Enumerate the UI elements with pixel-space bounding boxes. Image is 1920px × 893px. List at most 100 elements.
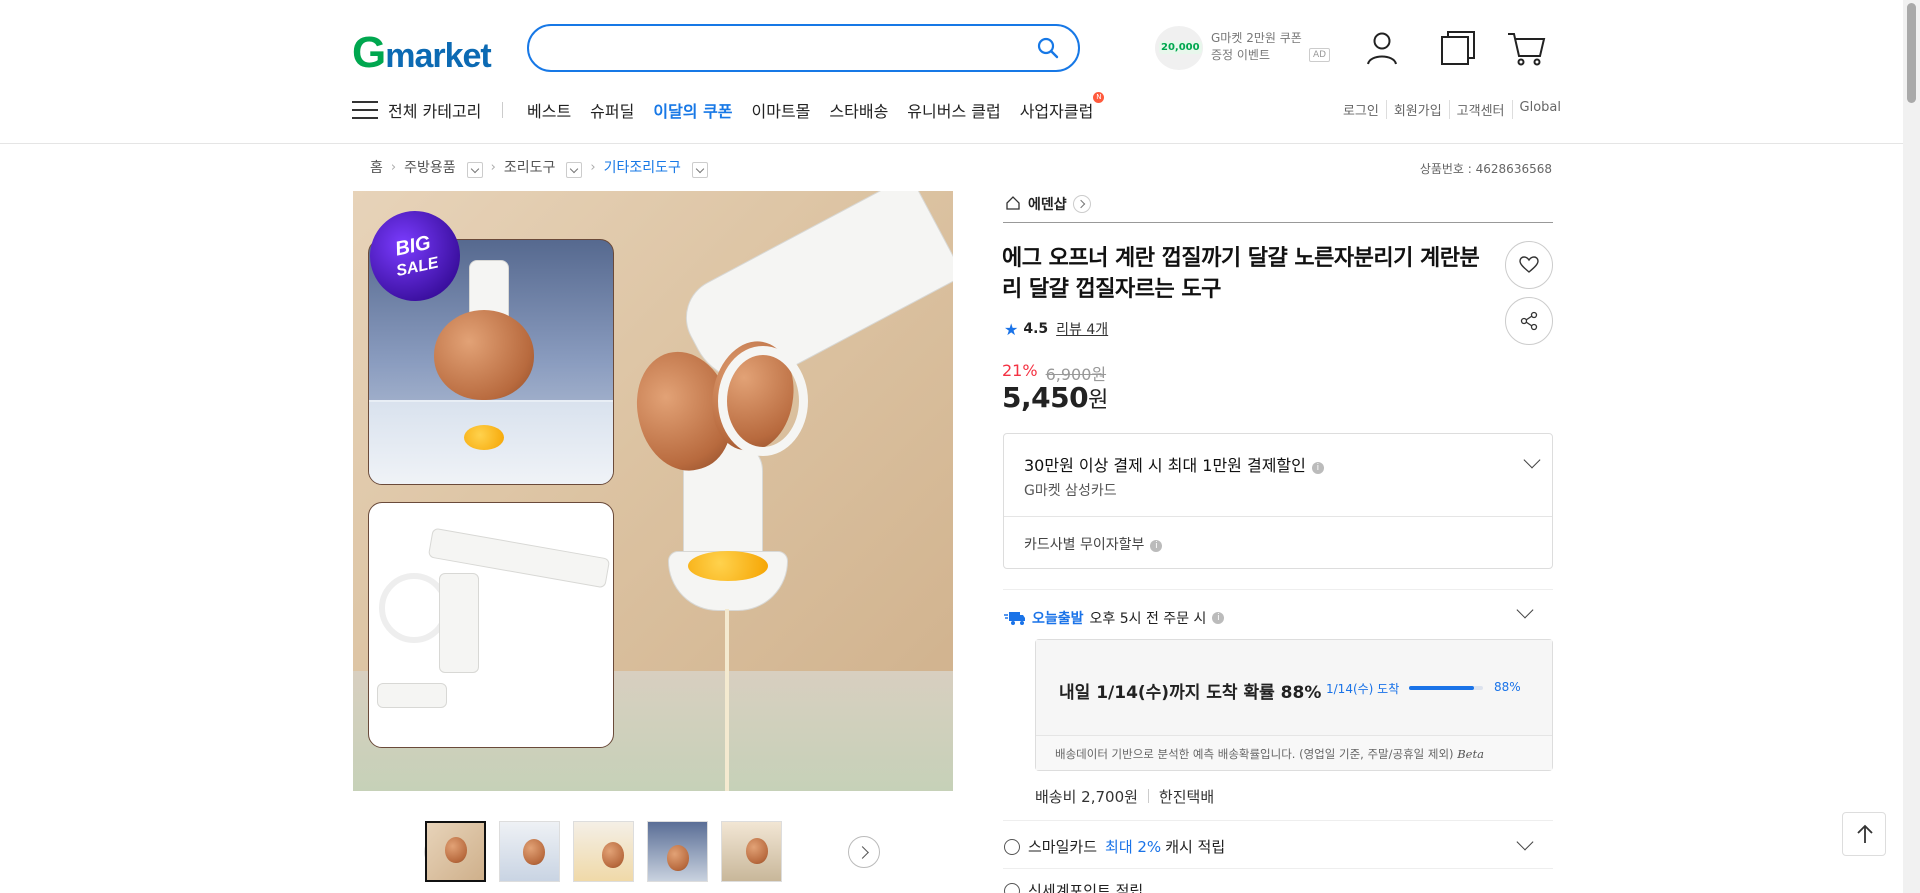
search-icon[interactable] [1036, 36, 1060, 60]
thumbnail-strip [425, 821, 782, 882]
smile-icon [1004, 838, 1020, 855]
nav-link[interactable]: 이달의 쿠폰 [653, 98, 732, 122]
nav-links: 베스트 슈퍼딜 이달의 쿠폰 이마트몰 스타배송 유니버스 클럽 사업자클럽 [527, 92, 1104, 122]
divider [1003, 868, 1553, 869]
rating-score: 4.5 [1023, 321, 1049, 337]
main-product-image[interactable]: BIG SALE [353, 191, 953, 791]
shinsegae-label: 신세계포인트 적립 [1028, 882, 1144, 893]
user-icon[interactable] [1362, 28, 1402, 68]
breadcrumb-dropdown-icon[interactable] [466, 162, 483, 178]
nav-link[interactable]: 유니버스 클럽 [907, 98, 1000, 122]
utility-link[interactable]: Global [1511, 100, 1568, 119]
thumbnail-image[interactable] [647, 821, 708, 882]
heart-icon [1519, 256, 1539, 273]
divider [1004, 516, 1552, 517]
scrollbar-thumb[interactable] [1907, 3, 1916, 103]
menu-icon [352, 100, 378, 120]
recent-items-icon[interactable] [1438, 28, 1478, 68]
breadcrumb: 홈 › 주방용품 › 조리도구 › 기타조리도구 [370, 157, 708, 178]
info-icon[interactable]: i [1150, 540, 1163, 552]
nav-link[interactable]: 사업자클럽 [1020, 92, 1104, 122]
smile-card-rate: 최대 2% [1105, 838, 1162, 856]
thumbnail-image[interactable] [425, 821, 486, 882]
breadcrumb-item[interactable]: 기타조리도구 [604, 157, 681, 177]
utility-link[interactable]: 로그인 [1336, 100, 1386, 119]
today-shipping-row: 오늘출발 오후 5시 전 주문 시 i [1004, 608, 1225, 628]
shop-name: 에덴샵 [1028, 197, 1067, 213]
point-icon [1004, 882, 1020, 893]
utility-link[interactable]: 고객센터 [1448, 100, 1512, 119]
delivery-probability-box: 내일 1/14(수)까지 도착 확률 88% 1/14(수) 도착 88% 배송… [1035, 639, 1553, 771]
thumbnail-image[interactable] [573, 821, 634, 882]
breadcrumb-item[interactable]: 조리도구 [504, 157, 556, 177]
yolk-image [688, 551, 768, 581]
inset-device-cup [377, 683, 447, 708]
breadcrumb-dropdown-icon[interactable] [691, 162, 708, 178]
egg-white-drip [725, 609, 729, 791]
wishlist-button[interactable] [1505, 241, 1553, 289]
nav-link[interactable]: 스타배송 [829, 98, 888, 122]
site-header: Gmarket 20,000 G마켓 2만원 쿠폰 증정 이벤트 AD 전체 카테… [0, 0, 1920, 144]
egg-image [434, 310, 534, 400]
nav-link[interactable]: 이마트몰 [752, 98, 811, 122]
probability-note: 배송데이터 기반으로 분석한 예측 배송확률입니다. (영업일 기준, 주말/공… [1036, 735, 1552, 770]
thumbnail-image[interactable] [721, 821, 782, 882]
probability-bar-fill [1409, 686, 1475, 690]
product-number: 상품번호 : 4628636568 [1419, 162, 1552, 176]
beta-label: Beta [1457, 747, 1484, 761]
chevron-down-icon[interactable] [1516, 601, 1534, 619]
product-title: 에그 오프너 계란 껍질까기 달걀 노른자분리기 계란분리 달걀 껍질자르는 도… [1002, 246, 1480, 302]
installment-label: 카드사별 무이자할부 [1024, 537, 1145, 553]
egg-image [602, 842, 624, 868]
breadcrumb-dropdown-icon[interactable] [566, 162, 583, 178]
nav-link[interactable]: 슈퍼딜 [590, 98, 634, 122]
chevron-down-icon[interactable] [1516, 833, 1534, 851]
card-discount-box[interactable]: 30만원 이상 결제 시 최대 1만원 결제할인 i G마켓 삼성카드 카드사별 … [1003, 433, 1553, 569]
cart-icon[interactable] [1506, 28, 1546, 68]
info-icon[interactable]: i [1212, 612, 1225, 624]
rating-summary: ★ 4.5 리뷰 4개 [1004, 319, 1108, 339]
chevron-down-icon[interactable] [1523, 451, 1541, 469]
utility-link[interactable]: 회원가입 [1385, 100, 1449, 119]
shinsegae-point-benefit[interactable]: 신세계포인트 적립 [1004, 880, 1143, 893]
yolk-image [464, 425, 504, 450]
thumbnail-next-button[interactable] [848, 836, 880, 868]
logo-text: market [385, 37, 492, 75]
breadcrumb-separator-icon: › [390, 159, 397, 175]
breadcrumb-item[interactable]: 홈 [370, 157, 383, 177]
probability-percent: 88% [1494, 680, 1521, 694]
gmarket-logo[interactable]: Gmarket [352, 28, 492, 78]
smile-card-label: 스마일카드 [1028, 838, 1098, 856]
smile-card-benefit[interactable]: 스마일카드 최대 2% 캐시 적립 [1004, 836, 1225, 857]
all-categories-button[interactable]: 전체 카테고리 [352, 98, 481, 122]
breadcrumb-separator-icon: › [590, 159, 596, 175]
coupon-ad-banner[interactable]: 20,000 G마켓 2만원 쿠폰 증정 이벤트 AD [1155, 26, 1331, 70]
breadcrumb-item[interactable]: 주방용품 [404, 157, 456, 177]
card-offer-title: 30만원 이상 결제 시 최대 1만원 결제할인 [1024, 456, 1306, 475]
review-link[interactable]: 리뷰 4개 [1056, 319, 1108, 339]
share-button[interactable] [1505, 297, 1553, 345]
search-box [527, 24, 1080, 72]
probability-bar [1409, 686, 1483, 690]
search-input[interactable] [549, 34, 1009, 62]
divider [1003, 589, 1553, 590]
share-icon [1520, 311, 1538, 331]
egg-image [445, 837, 467, 863]
page-scrollbar[interactable] [1903, 0, 1920, 893]
note-text: 배송데이터 기반으로 분석한 예측 배송확률입니다. (영업일 기준, 주말/공… [1055, 747, 1454, 761]
all-categories-label: 전체 카테고리 [388, 102, 482, 121]
info-icon[interactable]: i [1311, 462, 1324, 474]
shop-link[interactable]: 에덴샵 [1003, 192, 1553, 223]
scroll-to-top-button[interactable] [1842, 812, 1886, 856]
nav-link[interactable]: 베스트 [527, 98, 571, 122]
shop-arrow-icon [1073, 195, 1091, 213]
inset-device-body [439, 573, 479, 673]
shipping-cutoff: 오후 5시 전 주문 시 [1089, 611, 1207, 627]
carrier-name: 한진택배 [1158, 788, 1215, 806]
egg-image [746, 838, 768, 864]
thumbnail-image[interactable] [499, 821, 560, 882]
sale-price: 5,450원 [1002, 381, 1108, 414]
arrow-up-icon [1857, 824, 1873, 843]
divider [1147, 789, 1149, 803]
inset-photo-product [368, 502, 614, 748]
